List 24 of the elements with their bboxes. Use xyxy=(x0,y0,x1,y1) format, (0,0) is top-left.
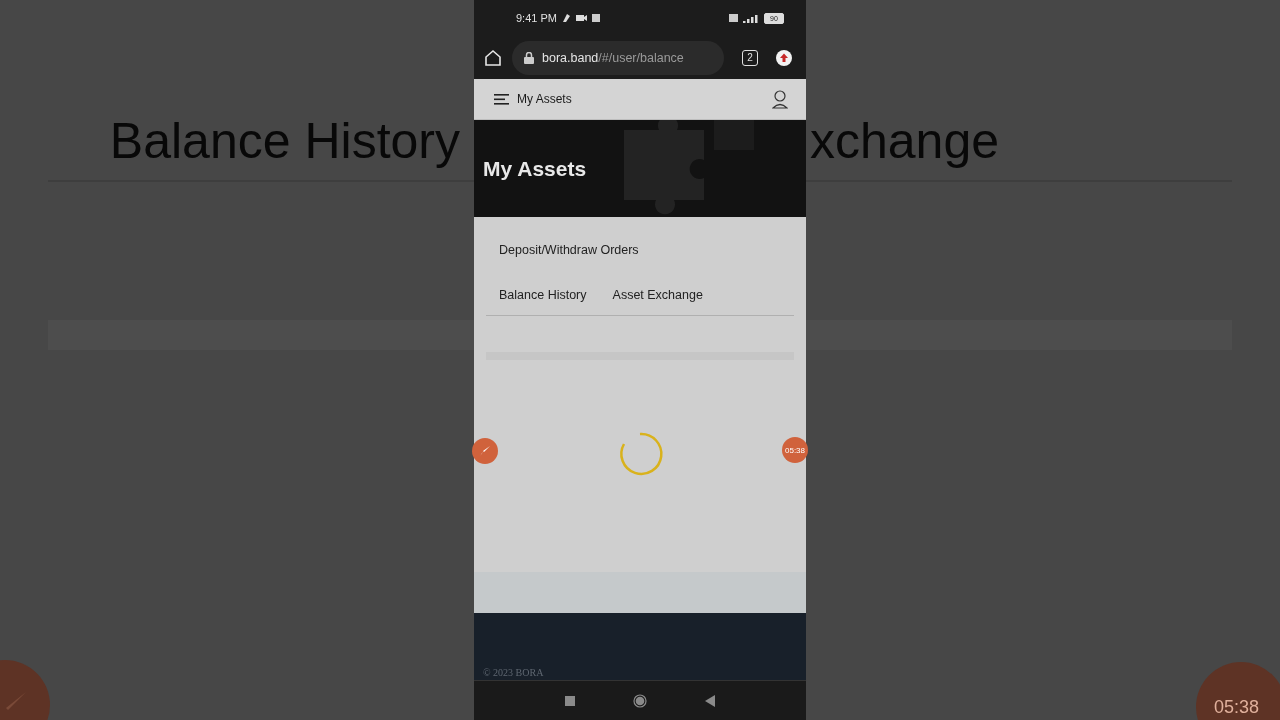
home-button[interactable] xyxy=(633,693,647,708)
backdrop-heading: xchange xyxy=(809,112,1000,171)
notification-icons xyxy=(561,13,602,23)
update-icon[interactable] xyxy=(776,49,792,66)
home-icon[interactable] xyxy=(484,48,502,67)
tab[interactable]: Deposit/Withdraw Orders xyxy=(486,243,794,270)
backdrop-recording-timer: 05:38 xyxy=(1196,662,1280,720)
tab[interactable]: Asset Exchange xyxy=(599,288,716,315)
url-host: bora.band xyxy=(542,50,599,65)
copyright-text: © 2023 BORA xyxy=(483,667,544,678)
tab-count-button[interactable]: 2 xyxy=(742,49,758,66)
status-time: 9:41 PM xyxy=(516,12,557,24)
menu-icon[interactable] xyxy=(494,93,509,105)
address-bar[interactable]: bora.band/#/user/balance xyxy=(512,40,724,75)
app-bar-title: My Assets xyxy=(517,92,573,106)
signal-icon xyxy=(729,13,759,23)
url-path: /#/user/balance xyxy=(598,50,684,65)
tab[interactable]: Balance History xyxy=(486,288,600,315)
backdrop-heading: Balance History xyxy=(109,112,461,171)
user-icon[interactable] xyxy=(772,89,788,109)
back-button[interactable] xyxy=(705,694,715,707)
recents-button[interactable] xyxy=(565,695,575,706)
lock-icon xyxy=(524,51,534,64)
page-title: My Assets xyxy=(483,156,587,181)
